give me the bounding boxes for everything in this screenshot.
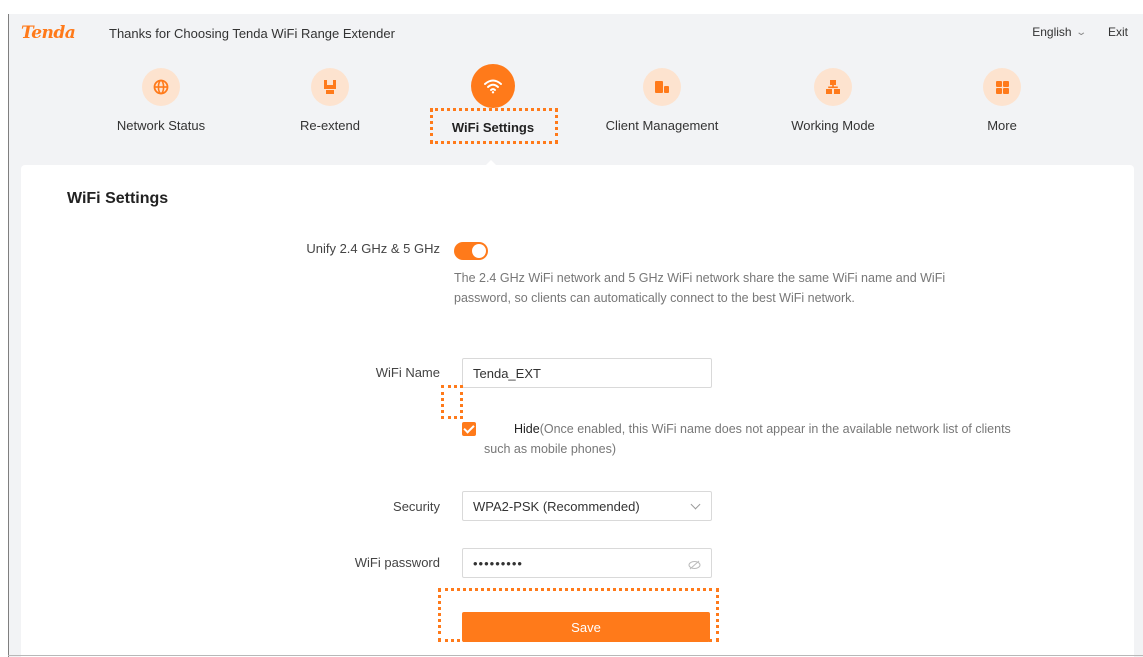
app-window: Tenda Thanks for Choosing Tenda WiFi Ran… bbox=[8, 14, 1143, 657]
wifi-password-label: WiFi password bbox=[354, 555, 440, 570]
nav-label: More bbox=[987, 118, 1017, 133]
panel-title: WiFi Settings bbox=[67, 190, 169, 207]
grid-icon bbox=[983, 68, 1021, 106]
nav-network-status[interactable]: Network Status bbox=[86, 68, 236, 133]
wifi-name-value: Tenda_EXT bbox=[473, 365, 541, 381]
save-button[interactable]: Save bbox=[462, 612, 710, 642]
wifi-icon bbox=[471, 64, 515, 108]
nav-wifi-settings[interactable]: WiFi Settings bbox=[418, 64, 568, 135]
nav-client-management[interactable]: Client Management bbox=[587, 68, 737, 133]
hide-checkbox[interactable] bbox=[462, 422, 476, 436]
nav-working-mode[interactable]: Working Mode bbox=[758, 68, 908, 133]
main-nav: Network Status Re-extend WiFi Settings C… bbox=[9, 54, 1143, 164]
hide-note: (Once enabled, this WiFi name does not a… bbox=[484, 422, 1011, 456]
unify-toggle[interactable] bbox=[454, 242, 488, 260]
header-title: Thanks for Choosing Tenda WiFi Range Ext… bbox=[109, 26, 395, 41]
chevron-down-icon: ⌄ bbox=[1074, 26, 1087, 38]
eye-hidden-icon[interactable] bbox=[688, 558, 701, 570]
header: Tenda Thanks for Choosing Tenda WiFi Ran… bbox=[9, 14, 1143, 54]
network-mode-icon bbox=[814, 68, 852, 106]
wifi-settings-panel: WiFi Settings Unify 2.4 GHz & 5 GHz The … bbox=[21, 165, 1134, 657]
unify-label: Unify 2.4 GHz & 5 GHz bbox=[306, 241, 440, 256]
security-select[interactable]: WPA2-PSK (Recommended) bbox=[462, 491, 712, 521]
exit-link[interactable]: Exit bbox=[1108, 25, 1128, 39]
extender-icon bbox=[311, 68, 349, 106]
nav-label: WiFi Settings bbox=[451, 120, 535, 135]
devices-icon bbox=[643, 68, 681, 106]
hide-label: Hide bbox=[514, 422, 540, 436]
security-label: Security bbox=[393, 499, 440, 514]
nav-label: Working Mode bbox=[791, 118, 875, 133]
wifi-password-value: ••••••••• bbox=[473, 555, 523, 571]
tenda-logo: Tenda bbox=[21, 23, 76, 43]
hide-description: Hide(Once enabled, this WiFi name does n… bbox=[484, 419, 1024, 459]
nav-re-extend[interactable]: Re-extend bbox=[255, 68, 405, 133]
nav-more[interactable]: More bbox=[927, 68, 1077, 133]
unify-description: The 2.4 GHz WiFi network and 5 GHz WiFi … bbox=[454, 271, 946, 305]
wifi-password-field[interactable]: ••••••••• bbox=[462, 548, 712, 578]
language-select[interactable]: English ⌄ bbox=[1032, 25, 1087, 39]
nav-label: Network Status bbox=[116, 118, 206, 133]
wifi-name-field[interactable]: Tenda_EXT bbox=[462, 358, 712, 388]
nav-label: Client Management bbox=[605, 118, 719, 133]
chevron-down-icon bbox=[690, 499, 701, 510]
frame-bottom-border bbox=[8, 655, 1143, 656]
language-label: English bbox=[1032, 25, 1072, 39]
wifi-name-label: WiFi Name bbox=[375, 365, 440, 380]
globe-icon bbox=[142, 68, 180, 106]
nav-label: Re-extend bbox=[300, 118, 360, 133]
security-value: WPA2-PSK (Recommended) bbox=[473, 498, 640, 514]
